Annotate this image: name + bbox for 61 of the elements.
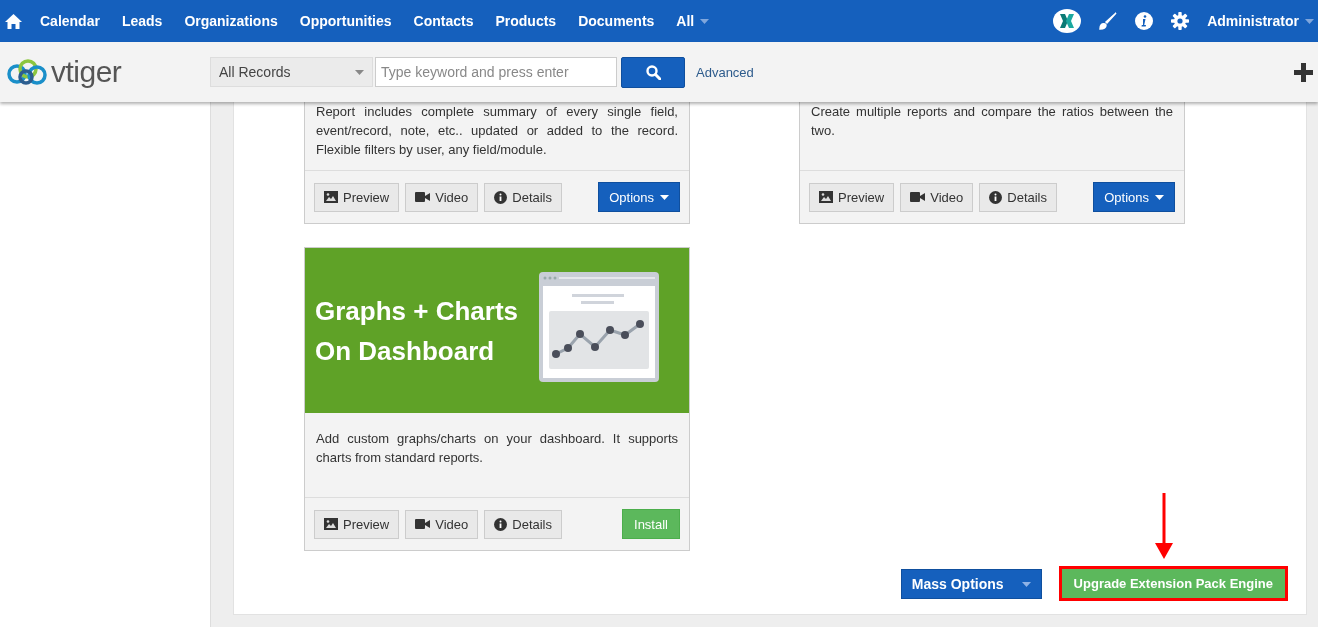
search-icon xyxy=(645,64,661,80)
details-button[interactable]: Details xyxy=(979,182,1057,212)
video-camera-icon xyxy=(415,192,431,202)
info-icon xyxy=(494,190,508,204)
card-description: Add custom graphs/charts on your dashboard. It supports charts from standard reports. xyxy=(315,430,679,467)
all-menu[interactable]: All xyxy=(676,13,710,29)
chart-point xyxy=(564,344,572,352)
video-button[interactable]: Video xyxy=(405,509,479,539)
video-button[interactable]: Video xyxy=(405,182,479,212)
logo-text: vtiger xyxy=(51,55,122,89)
chart-point xyxy=(576,330,584,338)
details-button[interactable]: Details xyxy=(484,182,562,212)
video-camera-icon xyxy=(415,519,431,529)
nav-item[interactable]: Organizations xyxy=(184,13,278,29)
advanced-search-link[interactable]: Advanced xyxy=(696,64,754,80)
video-camera-icon xyxy=(910,192,926,202)
caret-icon xyxy=(355,69,364,75)
arrow-annotation xyxy=(1155,493,1173,559)
chart-point xyxy=(552,350,560,358)
user-menu[interactable]: Administrator xyxy=(1207,13,1314,29)
mass-options-button[interactable]: Mass Options xyxy=(900,569,1042,599)
card-description: Create multiple reports and compare the ratios between the two. xyxy=(810,103,1174,140)
image-icon xyxy=(819,191,833,203)
chart-point xyxy=(636,320,644,328)
x-logo-icon[interactable] xyxy=(1053,9,1082,33)
chart-point xyxy=(591,343,599,351)
records-dropdown[interactable]: All Records xyxy=(210,57,373,87)
settings-icon[interactable] xyxy=(1171,12,1190,30)
details-button[interactable]: Details xyxy=(484,509,562,539)
caret-icon xyxy=(1305,18,1314,24)
plus-icon[interactable] xyxy=(1294,62,1313,82)
nav-item[interactable]: Contacts xyxy=(413,13,474,29)
search-button[interactable] xyxy=(621,56,685,88)
home-icon[interactable] xyxy=(5,12,22,30)
options-button[interactable]: Options xyxy=(1093,182,1175,212)
nav-item[interactable]: Calendar xyxy=(40,13,100,29)
preview-button[interactable]: Preview xyxy=(809,182,895,212)
caret-icon xyxy=(1021,581,1031,587)
search-field[interactable]: Type keyword and press enter xyxy=(375,57,617,87)
preview-button[interactable]: Preview xyxy=(314,509,400,539)
nav-item[interactable]: Documents xyxy=(578,13,655,29)
image-icon xyxy=(324,191,338,203)
nav-item[interactable]: Leads xyxy=(121,13,163,29)
caret-icon xyxy=(700,18,710,24)
info-icon xyxy=(494,517,508,531)
chart-point xyxy=(606,326,614,334)
info-icon xyxy=(989,190,1003,204)
nav-item[interactable]: Opportunities xyxy=(299,13,392,29)
caret-icon xyxy=(660,194,669,200)
options-button[interactable]: Options xyxy=(598,182,680,212)
paintbrush-icon[interactable] xyxy=(1099,12,1118,30)
preview-button[interactable]: Preview xyxy=(314,182,400,212)
caret-icon xyxy=(1155,194,1164,200)
nav-item[interactable]: Products xyxy=(495,13,557,29)
cloud-logo-icon xyxy=(6,58,48,86)
card-description: Report includes complete summary of every single field, event/record, note, etc.. updated or added to the record. Flexible filters by user, any field/module. xyxy=(315,103,679,159)
info-icon[interactable] xyxy=(1135,12,1154,30)
image-icon xyxy=(324,518,338,530)
banner-title: Graphs + Charts On Dashboard xyxy=(315,294,518,368)
video-button[interactable]: Video xyxy=(900,182,974,212)
chart-point xyxy=(621,331,629,339)
